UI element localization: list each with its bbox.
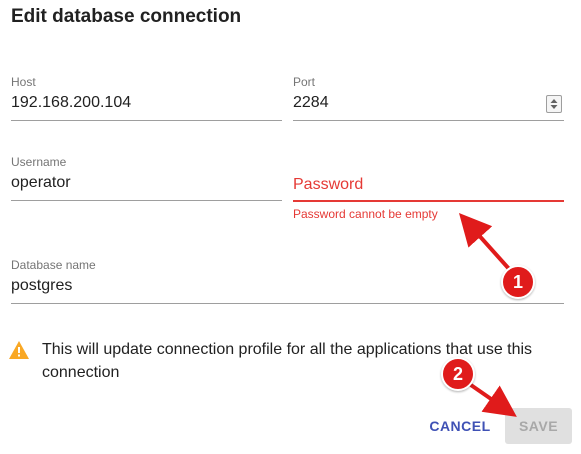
warning-icon	[8, 340, 30, 365]
port-label: Port	[293, 75, 316, 89]
port-input[interactable]: 2284	[293, 94, 329, 112]
database-name-field[interactable]: Database name postgres	[11, 258, 564, 306]
password-error-message: Password cannot be empty	[293, 207, 438, 221]
database-name-label: Database name	[11, 258, 96, 272]
cancel-button[interactable]: CANCEL	[420, 408, 500, 444]
password-input[interactable]: Password	[293, 176, 363, 194]
annotation-badge-2: 2	[441, 357, 475, 391]
port-underline	[293, 120, 564, 121]
username-label: Username	[11, 155, 67, 169]
annotation-badge-1: 1	[501, 265, 535, 299]
stepper-arrows-icon	[550, 99, 558, 109]
save-button[interactable]: SAVE	[505, 408, 572, 444]
username-input[interactable]: operator	[11, 174, 71, 192]
host-underline	[11, 120, 282, 121]
password-field[interactable]: Password Password cannot be empty	[293, 155, 564, 225]
annotation-arrow-2	[466, 381, 517, 417]
dialog-title: Edit database connection	[11, 6, 242, 27]
host-label: Host	[11, 75, 36, 89]
database-name-underline	[11, 303, 564, 304]
port-field[interactable]: Port 2284	[293, 75, 564, 123]
host-input[interactable]: 192.168.200.104	[11, 94, 131, 112]
database-name-input[interactable]: postgres	[11, 277, 72, 295]
username-field[interactable]: Username operator	[11, 155, 282, 203]
host-field[interactable]: Host 192.168.200.104	[11, 75, 282, 123]
username-underline	[11, 200, 282, 201]
annotation-arrows	[458, 213, 517, 417]
password-underline	[293, 200, 564, 202]
port-stepper[interactable]	[546, 95, 562, 113]
